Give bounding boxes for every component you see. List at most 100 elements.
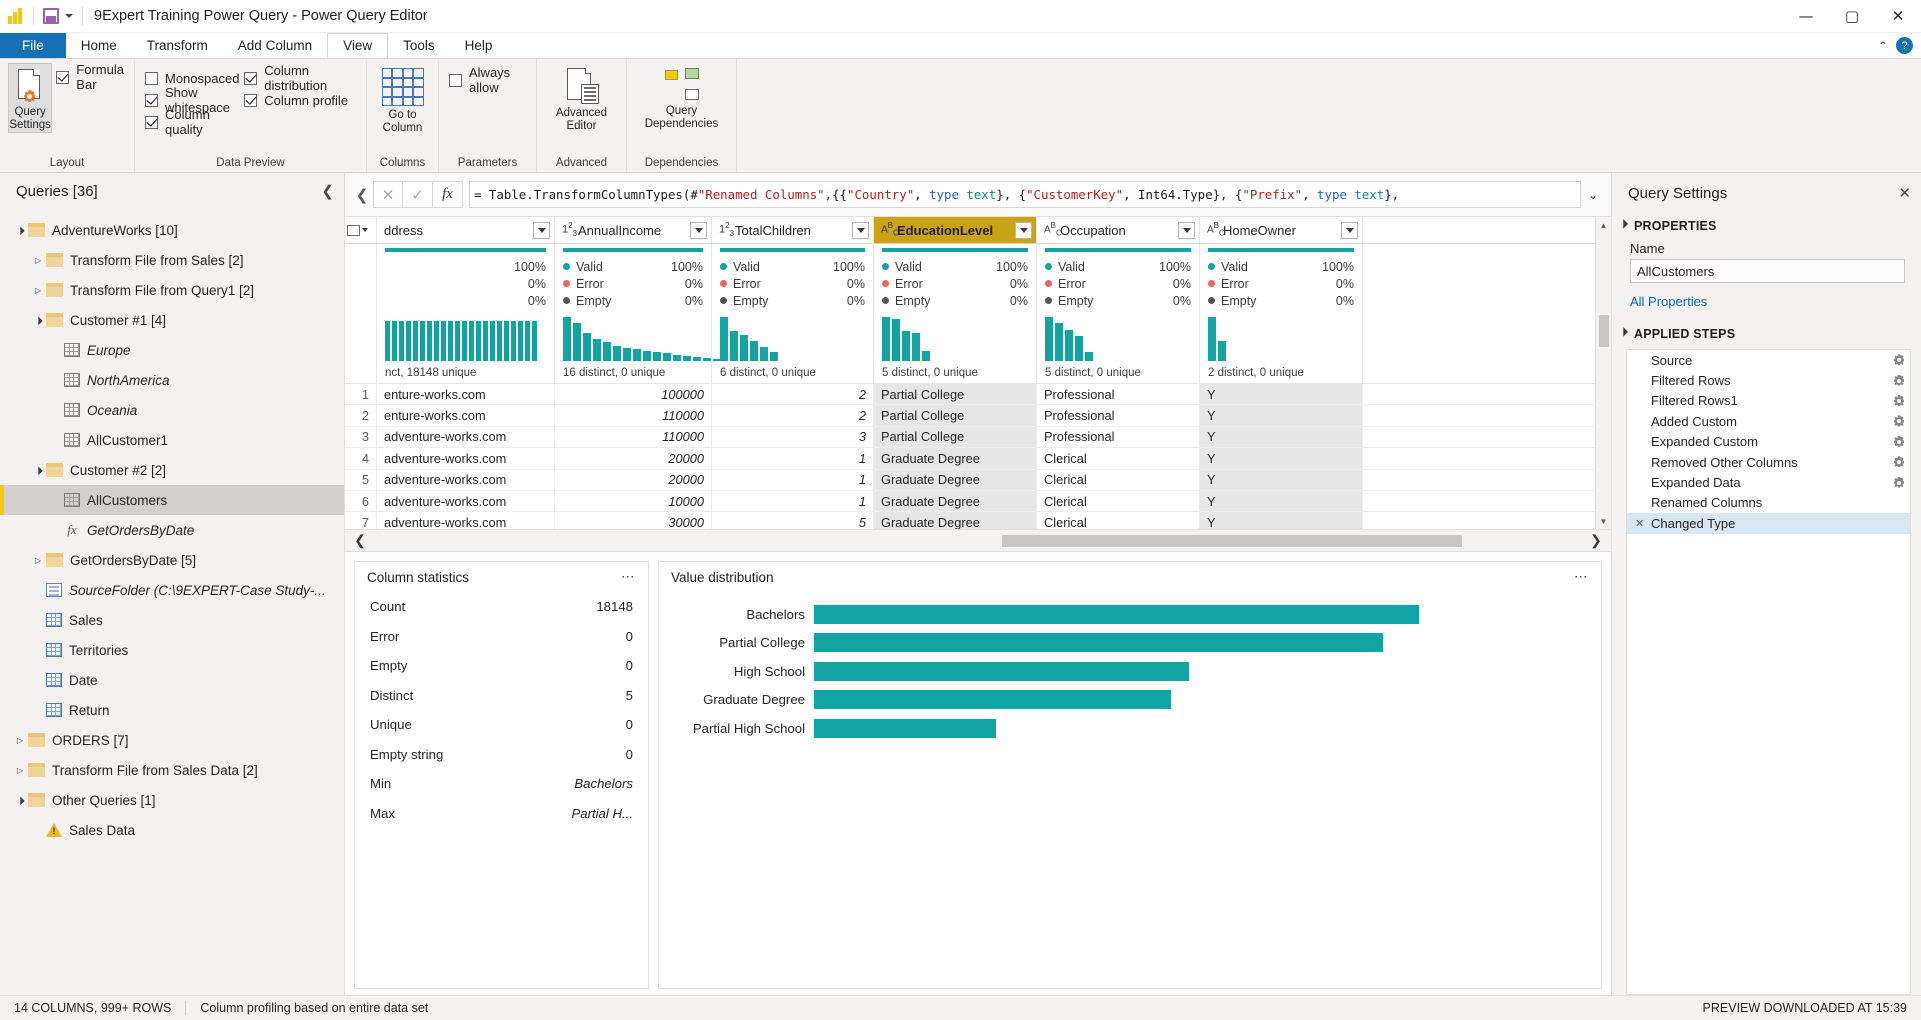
distribution-bar-row[interactable]: High School xyxy=(659,659,1601,683)
chevron-down-icon[interactable]: ◢ xyxy=(11,791,29,809)
column-profile-annualincome[interactable]: Valid100%Error0%Empty0%16 distinct, 0 un… xyxy=(555,244,712,383)
step-settings-gear-icon[interactable] xyxy=(1892,414,1906,428)
column-header-totalchildren[interactable]: 123TotalChildren xyxy=(712,217,874,243)
table-cell[interactable]: adventure-works.com xyxy=(377,427,555,447)
column-profile-educationlevel[interactable]: Valid100%Error0%Empty0%5 distinct, 0 uni… xyxy=(874,244,1037,383)
column-filter-dropdown-icon[interactable] xyxy=(690,222,707,239)
status-profiling[interactable]: Column profiling based on entire data se… xyxy=(200,1001,428,1015)
table-cell[interactable]: 20000 xyxy=(555,470,712,490)
table-cell[interactable]: Y xyxy=(1200,470,1363,490)
table-cell[interactable]: adventure-works.com xyxy=(377,491,555,511)
table-cell[interactable]: adventure-works.com xyxy=(377,448,555,468)
table-cell[interactable]: enture-works.com xyxy=(377,405,555,425)
query-item-return[interactable]: Return xyxy=(0,695,344,725)
go-to-column-button[interactable]: Go toColumn xyxy=(375,63,431,135)
table-cell[interactable]: 20000 xyxy=(555,448,712,468)
distribution-bar-row[interactable]: Graduate Degree xyxy=(659,688,1601,712)
insert-step-fx-button[interactable]: fx xyxy=(433,181,463,208)
table-cell[interactable]: adventure-works.com xyxy=(377,512,555,529)
table-cell[interactable]: Y xyxy=(1200,384,1363,404)
distribution-bar-row[interactable]: Partial College xyxy=(659,631,1601,655)
table-cell[interactable]: Clerical xyxy=(1037,512,1200,529)
column-header-annualincome[interactable]: 123AnnualIncome xyxy=(555,217,712,243)
table-row[interactable]: 1enture-works.com1000002Partial CollegeP… xyxy=(345,384,1595,405)
query-name-input[interactable]: AllCustomers xyxy=(1630,259,1905,283)
minimize-button[interactable]: — xyxy=(1783,0,1829,33)
table-cell[interactable]: Partial College xyxy=(874,384,1037,404)
table-row[interactable]: 5adventure-works.com200001Graduate Degre… xyxy=(345,470,1595,491)
chevron-down-icon[interactable]: ◢ xyxy=(29,461,47,479)
distribution-bar-row[interactable]: Bachelors xyxy=(659,602,1601,626)
step-settings-gear-icon[interactable] xyxy=(1892,353,1906,367)
table-cell[interactable]: Clerical xyxy=(1037,470,1200,490)
column-header-occupation[interactable]: ABCOccupation xyxy=(1037,217,1200,243)
value-distribution-menu-icon[interactable]: ⋯ xyxy=(1574,569,1589,585)
column-profile-ddress[interactable]: 100%0%0%nct, 18148 unique xyxy=(377,244,555,383)
chevron-right-icon[interactable]: ▷ xyxy=(30,286,46,295)
checkbox-column-profile[interactable]: Column profile xyxy=(244,89,360,111)
column-filter-dropdown-icon[interactable] xyxy=(533,222,550,239)
scroll-left-icon[interactable]: ❮ xyxy=(347,532,373,549)
delete-step-icon[interactable]: ✕ xyxy=(1635,517,1649,530)
query-item-adventureworks-10[interactable]: ◢AdventureWorks [10] xyxy=(0,215,344,245)
properties-section-header[interactable]: PROPERTIES xyxy=(1612,213,1921,237)
step-settings-gear-icon[interactable] xyxy=(1892,476,1906,490)
tab-help[interactable]: Help xyxy=(450,33,508,58)
column-header-educationlevel[interactable]: ABCEducationLevel xyxy=(874,217,1037,243)
table-cell[interactable]: Y xyxy=(1200,448,1363,468)
all-properties-link[interactable]: All Properties xyxy=(1612,283,1921,315)
query-item-northamerica[interactable]: NorthAmerica xyxy=(0,365,344,395)
scroll-right-icon[interactable]: ❯ xyxy=(1583,532,1609,549)
table-cell[interactable]: Graduate Degree xyxy=(874,512,1037,529)
query-item-allcustomers[interactable]: AllCustomers xyxy=(0,485,344,515)
table-cell[interactable]: Professional xyxy=(1037,384,1200,404)
vertical-scroll-thumb[interactable] xyxy=(1599,315,1609,347)
column-header-homeowner[interactable]: ABCHomeOwner xyxy=(1200,217,1363,243)
table-cell[interactable]: 1 xyxy=(712,491,874,511)
chevron-right-icon[interactable]: ▷ xyxy=(12,736,28,745)
horizontal-scroll-track[interactable] xyxy=(373,535,1583,547)
query-item-sales-data[interactable]: Sales Data xyxy=(0,815,344,845)
applied-step-filtered-rows[interactable]: Filtered Rows xyxy=(1627,370,1910,390)
step-settings-gear-icon[interactable] xyxy=(1892,394,1906,408)
table-cell[interactable]: Y xyxy=(1200,427,1363,447)
table-cell[interactable]: 10000 xyxy=(555,491,712,511)
table-cell[interactable]: Partial College xyxy=(874,405,1037,425)
column-filter-dropdown-icon[interactable] xyxy=(1178,222,1195,239)
table-cell[interactable]: adventure-works.com xyxy=(377,470,555,490)
scroll-up-icon[interactable]: ▲ xyxy=(1600,217,1608,233)
applied-step-filtered-rows1[interactable]: Filtered Rows1 xyxy=(1627,391,1910,411)
chevron-right-icon[interactable]: ▷ xyxy=(12,766,28,775)
chevron-right-icon[interactable]: ▷ xyxy=(30,256,46,265)
table-cell[interactable]: 110000 xyxy=(555,405,712,425)
formula-accept-button[interactable]: ✓ xyxy=(403,181,433,208)
tab-view[interactable]: View xyxy=(327,33,388,58)
table-row[interactable]: 3adventure-works.com1100003Partial Colle… xyxy=(345,427,1595,448)
distribution-bar-row[interactable]: Partial High School xyxy=(659,716,1601,740)
query-item-transform-file-from-sales-data-2[interactable]: ▷Transform File from Sales Data [2] xyxy=(0,755,344,785)
table-cell[interactable]: 30000 xyxy=(555,512,712,529)
query-item-sales[interactable]: Sales xyxy=(0,605,344,635)
tab-file[interactable]: File xyxy=(0,33,66,58)
table-cell[interactable]: 1 xyxy=(712,470,874,490)
query-item-europe[interactable]: Europe xyxy=(0,335,344,365)
table-cell[interactable]: 1 xyxy=(712,448,874,468)
grid-horizontal-scrollbar[interactable]: ❮ ❯ xyxy=(345,529,1611,551)
table-row[interactable]: 6adventure-works.com100001Graduate Degre… xyxy=(345,491,1595,512)
query-item-getordersbydate[interactable]: fxGetOrdersByDate xyxy=(0,515,344,545)
applied-step-source[interactable]: Source xyxy=(1627,350,1910,370)
table-cell[interactable]: Professional xyxy=(1037,427,1200,447)
collapse-queries-pane-icon[interactable]: ❮ xyxy=(321,182,334,200)
applied-step-removed-other-columns[interactable]: Removed Other Columns xyxy=(1627,452,1910,472)
applied-step-changed-type[interactable]: ✕Changed Type xyxy=(1627,513,1910,533)
column-filter-dropdown-icon[interactable] xyxy=(852,222,869,239)
table-cell[interactable]: Graduate Degree xyxy=(874,491,1037,511)
applied-step-added-custom[interactable]: Added Custom xyxy=(1627,411,1910,431)
query-item-date[interactable]: Date xyxy=(0,665,344,695)
formula-cancel-button[interactable]: ✕ xyxy=(373,181,403,208)
table-row[interactable]: 2enture-works.com1100002Partial CollegeP… xyxy=(345,405,1595,426)
close-query-settings-icon[interactable]: ✕ xyxy=(1898,184,1911,202)
checkbox-always-allow[interactable]: Always allow xyxy=(449,69,530,91)
chevron-right-icon[interactable]: ▷ xyxy=(30,556,46,565)
table-cell[interactable]: Clerical xyxy=(1037,448,1200,468)
